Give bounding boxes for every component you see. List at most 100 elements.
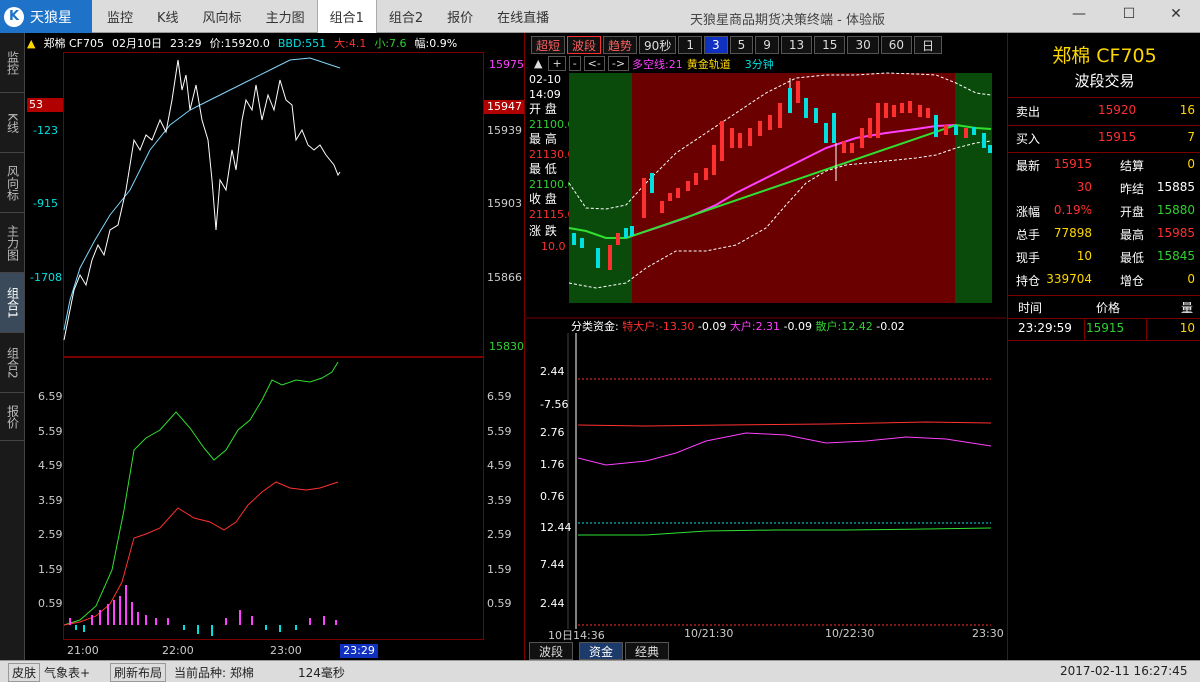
kline-chart [526,72,1006,629]
lower-right-axis-label: 2.59 [487,528,512,541]
retail-line [578,527,992,536]
price-line [63,59,341,341]
fund-time-label: 23:30 [972,627,1004,640]
lower-right-axis-label: 3.59 [487,494,512,507]
avg-price-line [63,57,341,331]
super-line [577,421,992,427]
stat-value: 77898 [1053,226,1092,240]
buy-label: 买入 [1016,132,1041,146]
stat-value: 0 [1187,272,1195,286]
fund-axis-label: 2.44 [540,365,565,378]
stat-label: 涨幅 [1016,205,1041,219]
lower-right-axis-label: 0.59 [487,597,512,610]
lower-left-axis-label: 4.59 [38,459,63,472]
buy-row: 买入 15915 7 [1012,130,1197,152]
red-flow-line [63,481,339,626]
trade-vol-head: 量 [1180,301,1193,315]
stat-value: 10 [1076,249,1092,263]
volume-bars [69,585,337,636]
lower-left-axis-label: 0.59 [38,597,63,610]
skin-button[interactable]: 皮肤 [8,663,41,682]
stat-row: 现手 10 最低 15845 [1012,249,1197,271]
sell-label: 卖出 [1016,105,1041,119]
lower-right-axis-label: 6.59 [487,390,512,403]
stat-row: 总手 77898 最高 15985 [1012,226,1197,248]
big-line [577,432,992,466]
trade-price: 15915 [1086,321,1125,335]
datetime-label: 2017-02-11 16:27:45 [1060,664,1188,678]
stat-label: 总手 [1016,228,1041,242]
fund-axis-label: 12.44 [540,521,572,534]
fund-axis-label: 2.76 [540,426,565,439]
latency-label: 124毫秒 [298,666,345,680]
fund-title: 分类资金: [571,320,619,333]
lower-left-axis-label: 2.59 [38,528,63,541]
intraday-chart [63,57,341,636]
stat-label: 持仓 [1016,274,1041,288]
lower-left-axis-label: 1.59 [38,563,63,576]
bottom-tab-1[interactable]: 波段 [529,642,574,660]
fund-chart [577,378,992,626]
status-bar: 皮肤 气象表+ 刷新布局 当前品种: 郑棉 124毫秒 2017-02-11 1… [0,660,1200,682]
trade-time: 23:29:59 [1018,321,1072,335]
stat-value: 30 [1076,180,1092,194]
instrument-name: 郑棉 CF705 [1052,45,1157,67]
fund-time-label: 10/22:30 [825,627,875,640]
stat-row: 持仓 339704 增仓 0 [1012,272,1197,294]
stat-label: 增仓 [1120,274,1145,288]
fund-axis-label: 0.76 [540,490,565,503]
current-instrument-label: 当前品种: 郑棉 [174,666,254,680]
mode-label: 波段交易 [1074,72,1135,90]
fund-time-label: 10日14:36 [548,629,605,642]
sell-price: 15920 [1098,103,1137,117]
buy-volume: 7 [1187,130,1195,144]
stat-value: 0.19% [1053,203,1092,217]
buy-price: 15915 [1098,130,1137,144]
bottom-tab-2[interactable]: 资金 [579,642,624,660]
stat-value: 15845 [1156,249,1195,263]
fund-header: 分类资金: 特大户:-13.30 -0.09 大户:2.31 -0.09 散户:… [571,318,905,334]
close-button[interactable]: ✕ [1165,6,1187,22]
lower-right-axis-label: 5.59 [487,425,512,438]
stat-row: 30 昨结 15885 [1012,180,1197,202]
stat-value: 15985 [1156,226,1195,240]
stat-label: 开盘 [1120,205,1145,219]
stat-label: 最低 [1120,251,1145,265]
trade-price-head: 价格 [1096,301,1121,315]
sell-row: 卖出 15920 16 [1012,103,1197,125]
stat-label: 现手 [1016,251,1041,265]
refresh-layout-button[interactable]: 刷新布局 [110,663,167,682]
stat-label: 结算 [1120,159,1145,173]
stat-value: 15915 [1053,157,1092,171]
lower-right-axis-label: 1.59 [487,563,512,576]
fund-axis-label: -7.56 [540,398,569,411]
stat-value: 15880 [1156,203,1195,217]
stat-row: 涨幅 0.19% 开盘 15880 [1012,203,1197,225]
minimize-button[interactable]: — [1068,6,1090,22]
quote-panel: 郑棉 CF705 波段交易 卖出 15920 16 买入 15915 7 时间 价格 量 2… [1007,33,1200,660]
fund-axis-label: 1.76 [540,458,565,471]
maximize-button[interactable]: ☐ [1118,6,1140,22]
lower-left-axis-label: 3.59 [38,494,63,507]
super-value: 特大户:-13.30 [622,320,695,333]
fund-time-label: 10/21:30 [684,627,734,640]
retail-value: 散户:12.42 [815,320,873,333]
stat-value: 15885 [1156,180,1195,194]
stat-value: 339704 [1046,272,1092,286]
stat-label: 最高 [1120,228,1145,242]
trade-time-head: 时间 [1018,301,1043,315]
super-delta: -0.09 [697,320,727,333]
retail-delta: -0.02 [876,320,905,333]
big-value: 大户:2.31 [729,320,781,333]
window-title: 天狼星商品期货决策终端 - 体验版 [690,13,885,28]
lower-left-axis-label: 5.59 [38,425,63,438]
sell-volume: 16 [1179,103,1195,117]
lower-left-axis-label: 6.59 [38,390,63,403]
weather-button[interactable]: 气象表+ [44,664,90,681]
trade-volume: 10 [1179,321,1195,335]
bottom-tab-3[interactable]: 经典 [625,642,670,660]
stat-row: 最新 15915 结算 0 [1012,157,1197,179]
big-delta: -0.09 [783,320,813,333]
green-flow-line [63,361,339,626]
fund-axis-label: 2.44 [540,597,565,610]
